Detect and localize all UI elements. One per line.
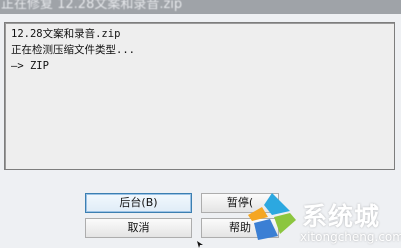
log-line-type: —> ZIP bbox=[11, 60, 49, 72]
window-title: 正在修复 12.28文案和录音.zip bbox=[1, 0, 183, 12]
progress-log-panel: 12.28文案和录音.zip 正在检测压缩文件类型... —> ZIP bbox=[4, 22, 395, 170]
background-button[interactable]: 后台(B) bbox=[85, 193, 192, 213]
title-bar: 正在修复 12.28文案和录音.zip bbox=[0, 0, 401, 14]
watermark-logo-icon bbox=[248, 193, 296, 240]
watermark-name: 系统城 bbox=[302, 202, 381, 231]
log-line-detecting: 正在检测压缩文件类型... bbox=[11, 44, 135, 56]
watermark-url: xitongcheng.com bbox=[300, 230, 401, 244]
cancel-button[interactable]: 取消 bbox=[85, 218, 192, 238]
log-line-filename: 12.28文案和录音.zip bbox=[11, 28, 121, 40]
cursor-icon bbox=[197, 241, 203, 248]
